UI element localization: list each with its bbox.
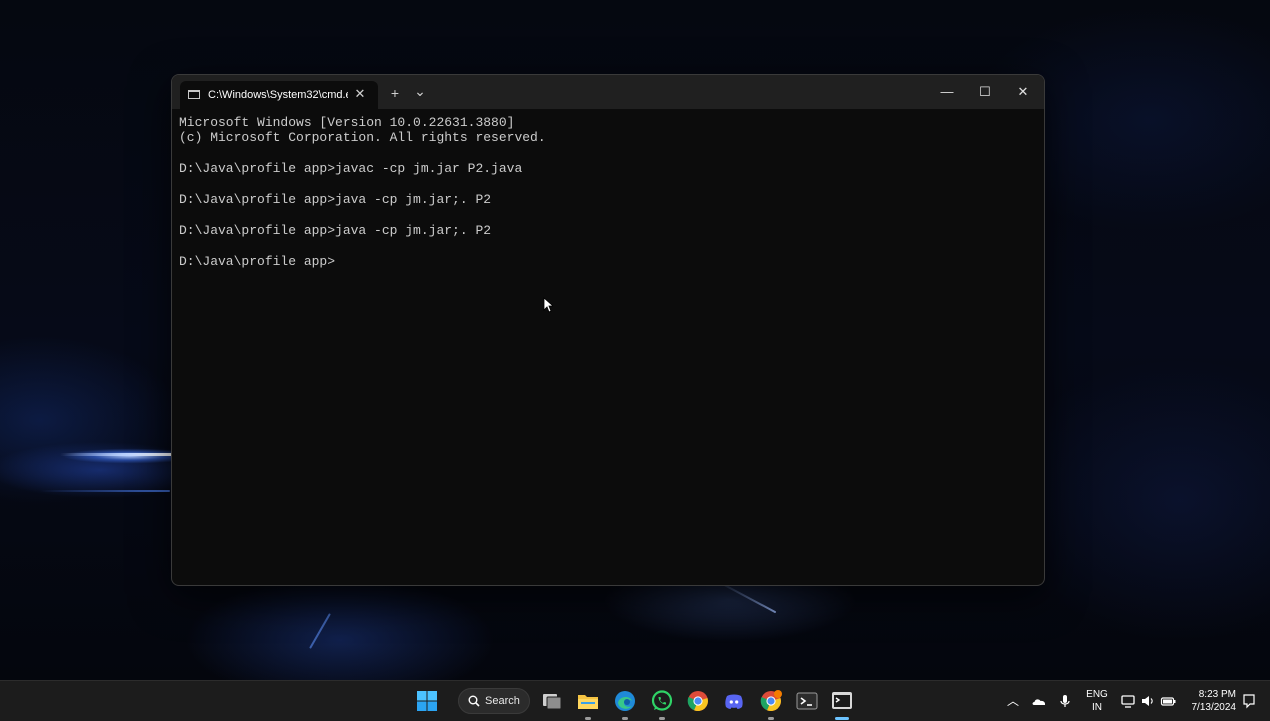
- start-icon[interactable]: [415, 689, 439, 713]
- console-line: D:\Java\profile app>javac -cp jm.jar P2.…: [179, 161, 523, 177]
- wallpaper-light-streak: [60, 453, 172, 456]
- maximize-button[interactable]: ☐: [967, 80, 1003, 104]
- search-icon: [468, 695, 480, 707]
- search-button[interactable]: Search: [458, 688, 530, 714]
- input-region[interactable]: IN: [1082, 702, 1112, 714]
- volume-icon[interactable]: [1140, 693, 1156, 709]
- chrome-icon[interactable]: [686, 689, 710, 713]
- language-indicator[interactable]: ENG: [1082, 689, 1112, 701]
- microphone-icon[interactable]: [1057, 693, 1073, 709]
- battery-icon[interactable]: [1160, 693, 1176, 709]
- console-line: D:\Java\profile app>: [179, 253, 336, 269]
- wallpaper-light-streak: [309, 613, 331, 649]
- minimize-button[interactable]: —: [929, 80, 965, 104]
- network-icon[interactable]: [1120, 693, 1136, 709]
- chrome-profile-icon[interactable]: [759, 689, 783, 713]
- chevron-up-icon[interactable]: ︿: [1005, 693, 1021, 709]
- clock-date[interactable]: 7/13/2024: [1180, 702, 1237, 714]
- close-button[interactable]: ✕: [1005, 80, 1041, 104]
- search-label: Search: [485, 695, 520, 707]
- new-tab-button[interactable]: +: [386, 84, 404, 102]
- console-line: D:\Java\profile app>java -cp jm.jar;. P2: [179, 192, 492, 208]
- title-bar[interactable]: C:\Windows\System32\cmd.e ✕ + ⌄ — ☐ ✕: [172, 75, 1044, 109]
- console-line: D:\Java\profile app>java -cp jm.jar;. P2: [179, 222, 492, 238]
- mouse-cursor-icon: [543, 297, 553, 313]
- console-output[interactable]: Microsoft Windows [Version 10.0.22631.38…: [179, 115, 1029, 269]
- cmd-icon: [188, 90, 200, 99]
- notifications-icon[interactable]: [1241, 693, 1257, 709]
- terminal-window[interactable]: C:\Windows\System32\cmd.e ✕ + ⌄ — ☐ ✕ Mi…: [171, 74, 1045, 586]
- edge-icon[interactable]: [613, 689, 637, 713]
- terminal-icon[interactable]: [795, 689, 819, 713]
- active-window-icon[interactable]: [830, 689, 854, 713]
- tab-title: C:\Windows\System32\cmd.e: [208, 89, 348, 101]
- tab-cmd[interactable]: C:\Windows\System32\cmd.e ✕: [180, 81, 378, 109]
- discord-icon[interactable]: [722, 689, 746, 713]
- console-line: Microsoft Windows [Version 10.0.22631.38…: [179, 115, 515, 130]
- onedrive-icon[interactable]: [1031, 693, 1047, 709]
- tab-dropdown-button[interactable]: ⌄: [411, 82, 429, 100]
- wallpaper-light-streak: [40, 490, 170, 492]
- file-explorer-icon[interactable]: [576, 689, 600, 713]
- task-view-icon[interactable]: [540, 689, 564, 713]
- clock-time[interactable]: 8:23 PM: [1180, 689, 1236, 701]
- console-line: (c) Microsoft Corporation. All rights re…: [179, 130, 546, 146]
- whatsapp-icon[interactable]: [650, 689, 674, 713]
- tab-close-icon[interactable]: ✕: [352, 86, 368, 102]
- taskbar: Search ︿ ENG IN 8:23 PM 7/13/2024: [0, 680, 1270, 721]
